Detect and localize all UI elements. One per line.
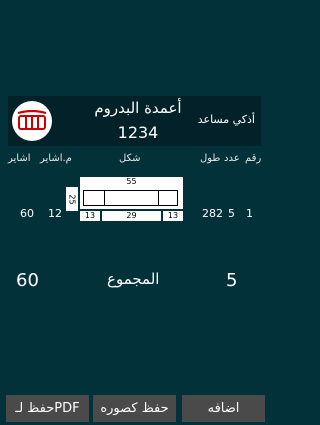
col-length-header: طول <box>200 153 221 164</box>
col-shape-header: شكل <box>119 153 141 164</box>
save-image-button[interactable]: حفظ كصوره <box>93 395 176 422</box>
shape-bottom-right-label: 13 <box>163 211 183 221</box>
save-pdf-button[interactable]: حفظ لـPDF <box>6 395 89 422</box>
row-bars-m: 12 <box>48 207 62 220</box>
row-count: 5 <box>228 207 235 220</box>
summary-total-bars: 60 <box>16 270 39 291</box>
app-logo-icon <box>12 101 52 141</box>
assistant-label: أذكي مساعد <box>197 113 255 126</box>
row-bars: 60 <box>20 207 34 220</box>
shape-left-label: 25 <box>66 187 78 211</box>
shape-bottom-left-label: 13 <box>80 211 100 221</box>
shape-bottom-center-label: 29 <box>102 211 161 221</box>
col-number-header: رقم <box>245 153 262 164</box>
col-count-header: عدد <box>224 153 240 164</box>
summary-label: المجموع <box>107 270 160 288</box>
page-title: أعمدة البدروم <box>94 99 182 117</box>
shape-frame <box>80 187 183 209</box>
header-bar: أعمدة البدروم 1234 أذكي مساعد <box>8 96 261 146</box>
row-length: 282 <box>202 207 223 220</box>
add-button[interactable]: اضافه <box>182 395 265 422</box>
shape-diagram: 55 25 13 29 13 <box>66 177 187 221</box>
summary-total-count: 5 <box>226 270 238 291</box>
col-bars-header: اشاير <box>8 153 31 164</box>
row-number: 1 <box>246 207 253 220</box>
project-code: 1234 <box>117 123 159 142</box>
col-bars-m-header: م.اشاير <box>40 153 72 164</box>
shape-top-label: 55 <box>80 177 183 187</box>
